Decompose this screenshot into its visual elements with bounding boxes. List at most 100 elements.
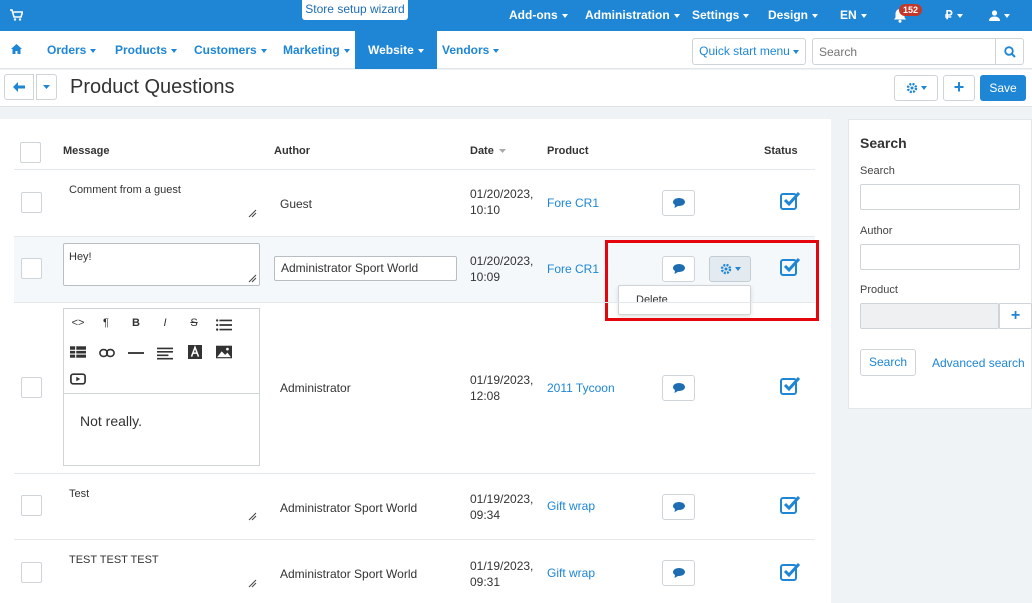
questions-table: Message Author Date Product Status Comme… [0, 119, 831, 603]
annotation-highlight-box [605, 240, 819, 321]
text-color-icon[interactable] [187, 345, 203, 359]
header-product[interactable]: Product [547, 145, 589, 157]
author-label: Author [860, 225, 893, 237]
status-checkbox[interactable] [780, 562, 800, 581]
cart-icon[interactable] [10, 9, 23, 21]
product-link[interactable]: Gift wrap [547, 566, 595, 580]
link-icon[interactable] [99, 346, 115, 360]
topmenu-settings[interactable]: Settings [692, 0, 750, 31]
topmenu-currency[interactable]: ₽ [945, 0, 963, 31]
header-message[interactable]: Message [63, 145, 109, 157]
comment-button[interactable] [662, 560, 695, 586]
status-checkbox[interactable] [780, 495, 800, 514]
title-bar: Product Questions + Save [0, 70, 1032, 107]
nav-customers[interactable]: Customers [194, 31, 267, 69]
add-question-button[interactable]: + [943, 75, 975, 101]
bold-button[interactable]: B [128, 316, 144, 330]
image-icon[interactable] [216, 345, 232, 359]
search-icon [1004, 46, 1016, 58]
caret-down-icon [43, 85, 50, 89]
gear-icon [906, 82, 918, 94]
nav-marketing[interactable]: Marketing [283, 31, 350, 69]
message-text[interactable]: Test [69, 488, 89, 500]
advanced-search-link[interactable]: Advanced search [932, 356, 1025, 370]
strikethrough-button[interactable]: S [186, 316, 202, 330]
row-checkbox[interactable] [21, 192, 42, 213]
row-checkbox[interactable] [21, 495, 42, 516]
header-author[interactable]: Author [274, 145, 310, 157]
settings-dropdown-button[interactable] [894, 75, 938, 101]
home-icon[interactable] [11, 44, 22, 54]
header-status: Status [764, 145, 798, 157]
rich-text-editor[interactable]: <> ¶ B I S Not really. [63, 308, 260, 466]
list-icon[interactable] [216, 318, 232, 332]
header-date[interactable]: Date [470, 145, 506, 157]
resize-handle-icon[interactable] [248, 579, 257, 588]
video-icon[interactable] [70, 372, 86, 386]
author-input[interactable]: Administrator Sport World [274, 256, 457, 281]
search-sidebar: Search Search Author Product + Search Ad… [848, 119, 1032, 409]
add-product-filter-button[interactable]: + [999, 303, 1032, 329]
user-menu[interactable] [989, 0, 1010, 31]
product-label: Product [860, 284, 898, 296]
nav-website[interactable]: Website [355, 31, 437, 69]
comment-icon [673, 502, 685, 512]
sidebar-author-input[interactable] [860, 244, 1020, 270]
editor-content[interactable]: Not really. [80, 413, 142, 429]
resize-handle-icon[interactable] [248, 274, 257, 283]
sidebar-search-input[interactable] [860, 184, 1020, 210]
top-bar: Store setup wizard Add-ons Administratio… [0, 0, 1032, 31]
topmenu-language[interactable]: EN [840, 0, 867, 31]
italic-button[interactable]: I [157, 316, 173, 330]
align-icon[interactable] [157, 346, 173, 360]
store-setup-wizard-button[interactable]: Store setup wizard [302, 0, 408, 20]
sidebar-title: Search [860, 135, 907, 151]
select-all-checkbox[interactable] [20, 142, 41, 163]
message-text[interactable]: TEST TEST TEST [69, 554, 159, 566]
main-nav: Orders Products Customers Marketing Webs… [0, 31, 1032, 69]
date-cell: 01/20/2023, 10:10 [470, 187, 534, 217]
status-checkbox[interactable] [780, 191, 800, 210]
save-button[interactable]: Save [980, 75, 1026, 101]
quick-start-menu-button[interactable]: Quick start menu [692, 38, 806, 65]
page-title: Product Questions [70, 76, 235, 98]
row-checkbox[interactable] [21, 258, 42, 279]
status-checkbox[interactable] [780, 376, 800, 395]
nav-products[interactable]: Products [115, 31, 178, 69]
product-link[interactable]: Fore CR1 [547, 196, 599, 210]
global-search-input[interactable] [812, 38, 995, 65]
author-text: Administrator Sport World [280, 501, 418, 515]
caret-down-icon [921, 86, 927, 90]
nav-vendors[interactable]: Vendors [442, 31, 500, 69]
topmenu-addons[interactable]: Add-ons [509, 0, 568, 31]
global-search-button[interactable] [995, 38, 1024, 65]
sidebar-search-button[interactable]: Search [860, 349, 916, 376]
sort-desc-icon [498, 149, 506, 154]
author-text: Administrator [280, 381, 351, 395]
message-text[interactable]: Comment from a guest [69, 184, 181, 196]
date-cell: 01/19/2023, 09:31 [470, 559, 534, 589]
author-text: Guest [280, 197, 313, 211]
back-history-dropdown[interactable] [36, 74, 57, 100]
nav-orders[interactable]: Orders [47, 31, 97, 69]
product-link[interactable]: Gift wrap [547, 499, 595, 513]
comment-button[interactable] [662, 190, 695, 216]
product-link[interactable]: 2011 Tycoon [547, 381, 615, 395]
row-checkbox[interactable] [21, 562, 42, 583]
author-text: Administrator Sport World [280, 567, 418, 581]
topmenu-design[interactable]: Design [768, 0, 819, 31]
table-icon[interactable] [70, 345, 86, 359]
comment-button[interactable] [662, 494, 695, 520]
code-view-button[interactable]: <> [70, 316, 86, 330]
topmenu-administration[interactable]: Administration [585, 0, 680, 31]
resize-handle-icon[interactable] [248, 209, 257, 218]
horizontal-rule-icon[interactable] [128, 346, 144, 360]
resize-handle-icon[interactable] [248, 512, 257, 521]
message-textarea[interactable]: Hey! [63, 243, 260, 286]
row-checkbox[interactable] [21, 377, 42, 398]
paragraph-button[interactable]: ¶ [98, 316, 114, 330]
comment-button[interactable] [662, 375, 695, 401]
back-button[interactable] [4, 74, 34, 100]
date-cell: 01/19/2023, 09:34 [470, 492, 534, 522]
product-link[interactable]: Fore CR1 [547, 262, 599, 276]
